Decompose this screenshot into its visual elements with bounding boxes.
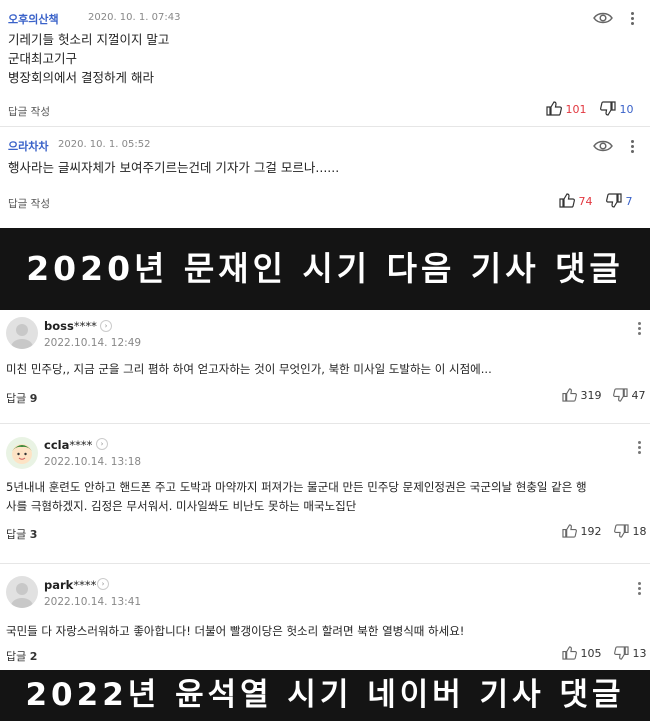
comment-date: 2022.10.14. 13:41 xyxy=(44,596,142,608)
comment-line: 병장회의에서 결정하게 해라 xyxy=(8,70,154,85)
caption-banner-2020: 2020년 문재인 시기 다음 기사 댓글 xyxy=(0,228,650,310)
character-avatar-icon xyxy=(12,444,32,464)
thumbs-down-icon xyxy=(600,101,616,116)
dislike-count: 7 xyxy=(625,195,633,208)
dislike-button[interactable]: 18 xyxy=(614,524,647,538)
like-button[interactable]: 74 xyxy=(559,193,593,208)
more-options-icon[interactable] xyxy=(628,12,636,26)
reply-count: 3 xyxy=(29,528,38,541)
dislike-button[interactable]: 7 xyxy=(606,193,633,208)
avatar[interactable] xyxy=(6,576,38,608)
caption-banner-2022: 2022년 윤석열 시기 네이버 기사 댓글 xyxy=(0,670,650,721)
dislike-button[interactable]: 47 xyxy=(613,388,646,402)
dislike-count: 47 xyxy=(631,389,646,402)
avatar[interactable] xyxy=(6,437,38,469)
comment-nickname[interactable]: ccla**** xyxy=(44,438,92,452)
comment-line: 국민들 다 자랑스러워하고 좋아합니다! 더불어 빨갱이당은 헛소리 할려면 북… xyxy=(6,624,465,638)
reply-label: 답글 xyxy=(6,528,27,541)
nickname-mask: **** xyxy=(73,319,97,333)
thumbs-up-icon xyxy=(562,388,577,402)
eye-icon[interactable] xyxy=(593,139,613,153)
more-options-icon[interactable] xyxy=(628,140,636,154)
like-button[interactable]: 105 xyxy=(562,646,602,660)
thumbs-down-icon xyxy=(614,646,629,660)
comment-line: 기레기들 헛소리 지껄이지 말고 xyxy=(8,32,170,47)
like-button[interactable]: 319 xyxy=(562,388,602,402)
reply-button[interactable]: 답글 2 xyxy=(6,648,37,664)
comment-item: boss**** › 2022.10.14. 12:49 미친 민주당,, 지금… xyxy=(0,310,650,420)
thumbs-up-icon xyxy=(562,524,577,538)
comment-date: 2020. 10. 1. 07:43 xyxy=(88,12,181,23)
reply-count: 2 xyxy=(29,650,38,663)
comment-text: 행사라는 글씨자체가 보여주기르는건데 기자가 그걸 모르나...... xyxy=(8,158,339,177)
comment-text: 미친 민주당,, 지금 군을 그리 폄하 하여 얻고자하는 것이 무엇인가, 북… xyxy=(6,360,646,379)
nickname-text: ccla xyxy=(44,438,70,452)
like-count: 105 xyxy=(580,647,602,660)
comment-text: 국민들 다 자랑스러워하고 좋아합니다! 더불어 빨갱이당은 헛소리 할려면 북… xyxy=(6,622,646,641)
comment-nickname[interactable]: 으라차차 xyxy=(8,138,48,154)
more-options-icon[interactable] xyxy=(636,441,642,455)
caption-text: 2020년 문재인 시기 다음 기사 댓글 xyxy=(26,249,624,288)
comment-text: 기레기들 헛소리 지껄이지 말고 군대최고기구 병장회의에서 결정하게 해라 xyxy=(8,30,169,87)
profile-arrow-icon[interactable]: › xyxy=(97,578,109,590)
comment-date: 2020. 10. 1. 05:52 xyxy=(58,139,151,150)
comment-date: 2022.10.14. 13:18 xyxy=(44,456,142,468)
reply-button[interactable]: 답글 3 xyxy=(6,526,37,542)
like-button[interactable]: 101 xyxy=(546,101,587,116)
comment-nickname[interactable]: park**** xyxy=(44,578,96,592)
like-count: 74 xyxy=(578,195,593,208)
comment-item: 으라차차 2020. 10. 1. 05:52 행사라는 글씨자체가 보여주기르… xyxy=(0,127,650,227)
daum-comment-section: 오후의산책 2020. 10. 1. 07:43 기레기들 헛소리 지껄이지 말… xyxy=(0,0,650,228)
reply-button[interactable]: 답글 9 xyxy=(6,390,37,406)
profile-arrow-icon[interactable]: › xyxy=(96,438,108,450)
nickname-text: boss xyxy=(44,319,74,333)
avatar[interactable] xyxy=(6,317,38,349)
dislike-button[interactable]: 13 xyxy=(614,646,647,660)
comment-nickname[interactable]: boss**** xyxy=(44,319,97,333)
nickname-text: park xyxy=(44,578,74,592)
eye-icon[interactable] xyxy=(593,11,613,25)
comment-text: 5년내내 훈련도 안하고 핸드폰 주고 도박과 마약까지 퍼져가는 물군대 만든… xyxy=(6,478,646,516)
like-count: 192 xyxy=(580,525,602,538)
reply-write-button[interactable]: 답글 작성 xyxy=(8,104,50,119)
default-avatar-icon xyxy=(11,324,33,349)
comment-item: 오후의산책 2020. 10. 1. 07:43 기레기들 헛소리 지껄이지 말… xyxy=(0,0,650,125)
comment-nickname[interactable]: 오후의산책 xyxy=(8,11,59,27)
comment-line: 군대최고기구 xyxy=(8,51,78,66)
thumbs-down-icon xyxy=(613,388,628,402)
thumbs-down-icon xyxy=(606,193,622,208)
thumbs-up-icon xyxy=(562,646,577,660)
thumbs-up-icon xyxy=(546,101,562,116)
nickname-mask: **** xyxy=(69,438,93,452)
more-options-icon[interactable] xyxy=(636,322,642,336)
caption-text: 2022년 윤석열 시기 네이버 기사 댓글 xyxy=(25,677,625,713)
comment-line: 사를 극혐하겠지. 김정은 무서워서. 미사일쏴도 비난도 못하는 매국노집단 xyxy=(6,499,357,513)
dislike-button[interactable]: 10 xyxy=(600,101,634,116)
naver-comment-section: boss**** › 2022.10.14. 12:49 미친 민주당,, 지금… xyxy=(0,310,650,670)
dislike-count: 18 xyxy=(632,525,647,538)
reply-label: 답글 xyxy=(6,650,27,663)
comment-line: 행사라는 글씨자체가 보여주기르는건데 기자가 그걸 모르나...... xyxy=(8,160,340,175)
like-count: 101 xyxy=(565,103,587,116)
comment-line: 5년내내 훈련도 안하고 핸드폰 주고 도박과 마약까지 퍼져가는 물군대 만든… xyxy=(6,480,587,494)
like-count: 319 xyxy=(580,389,602,402)
reply-label: 답글 xyxy=(6,392,27,405)
dislike-count: 13 xyxy=(632,647,647,660)
thumbs-up-icon xyxy=(559,193,575,208)
like-button[interactable]: 192 xyxy=(562,524,602,538)
more-options-icon[interactable] xyxy=(636,582,642,596)
comment-date: 2022.10.14. 12:49 xyxy=(44,337,142,349)
nickname-mask: **** xyxy=(73,578,97,592)
comment-item: ccla**** › 2022.10.14. 13:18 5년내내 훈련도 안하… xyxy=(0,424,650,554)
comment-item: park**** › 2022.10.14. 13:41 국민들 다 자랑스러워… xyxy=(0,564,650,674)
thumbs-down-icon xyxy=(614,524,629,538)
dislike-count: 10 xyxy=(619,103,634,116)
profile-arrow-icon[interactable]: › xyxy=(100,320,112,332)
default-avatar-icon xyxy=(11,583,33,608)
comment-line: 미친 민주당,, 지금 군을 그리 폄하 하여 얻고자하는 것이 무엇인가, 북… xyxy=(6,362,492,376)
reply-write-button[interactable]: 답글 작성 xyxy=(8,196,50,211)
reply-count: 9 xyxy=(29,392,38,405)
